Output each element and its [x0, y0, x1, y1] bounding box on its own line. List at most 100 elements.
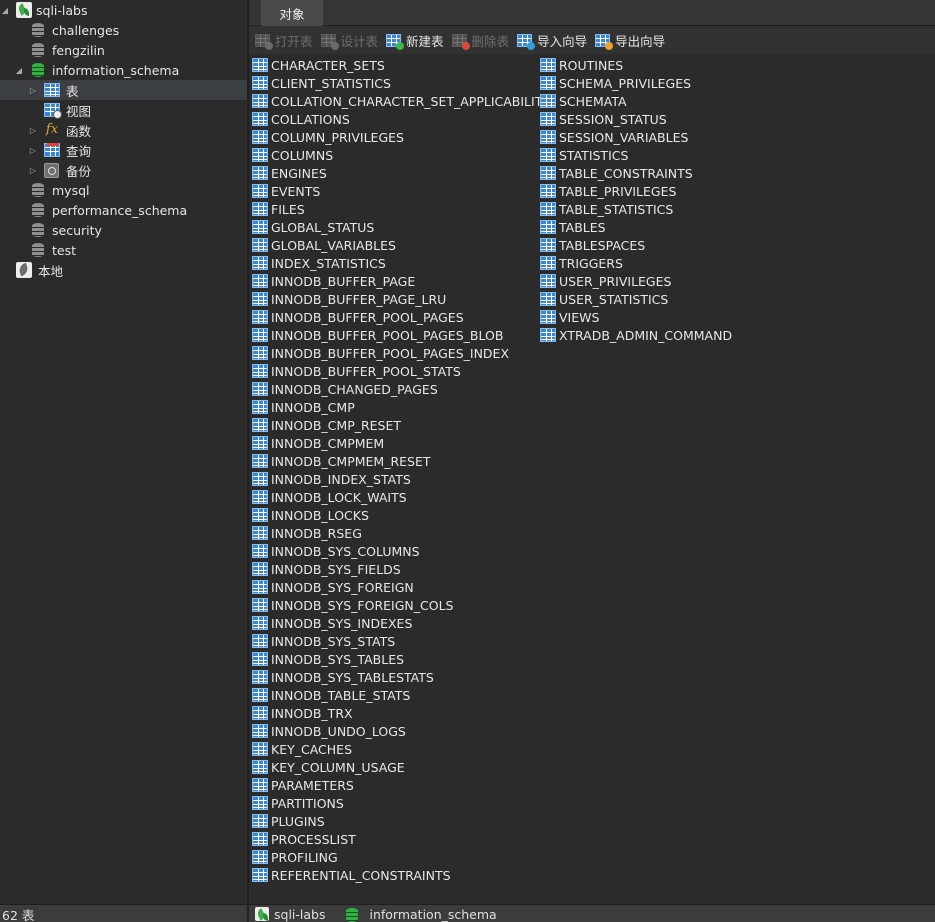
tree-db-information-schema[interactable]: ◢ information_schema — [0, 60, 247, 80]
tab-objects[interactable]: 对象 — [261, 0, 323, 26]
export-wizard-button[interactable]: 导出向导 — [595, 31, 665, 50]
open-table-button[interactable]: 打开表 — [255, 31, 313, 50]
table-item[interactable]: GLOBAL_STATUS — [252, 218, 374, 236]
table-item[interactable]: INNODB_CMPMEM_RESET — [252, 452, 431, 470]
table-item[interactable]: PROCESSLIST — [252, 830, 356, 848]
table-item[interactable]: SESSION_STATUS — [540, 110, 667, 128]
views-label: 视图 — [66, 103, 92, 119]
table-item[interactable]: INNODB_BUFFER_POOL_PAGES_INDEX — [252, 344, 509, 362]
table-item[interactable]: REFERENTIAL_CONSTRAINTS — [252, 866, 451, 884]
table-item[interactable]: USER_STATISTICS — [540, 290, 668, 308]
table-item[interactable]: SCHEMATA — [540, 92, 627, 110]
table-item[interactable]: INNODB_SYS_FOREIGN_COLS — [252, 596, 453, 614]
table-item[interactable]: INNODB_SYS_TABLESTATS — [252, 668, 434, 686]
table-item[interactable]: CHARACTER_SETS — [252, 56, 385, 74]
table-item-label: INNODB_SYS_STATS — [271, 633, 396, 649]
table-item[interactable]: INNODB_SYS_STATS — [252, 632, 395, 650]
table-item[interactable]: INNODB_BUFFER_POOL_PAGES — [252, 308, 464, 326]
table-item[interactable]: INDEX_STATISTICS — [252, 254, 386, 272]
table-item[interactable]: TABLES — [540, 218, 606, 236]
tree-db-challenges[interactable]: challenges — [0, 20, 247, 40]
table-item[interactable]: SCHEMA_PRIVILEGES — [540, 74, 691, 92]
table-item[interactable]: INNODB_UNDO_LOGS — [252, 722, 406, 740]
expand-arrow-icon[interactable]: ▷ — [28, 120, 38, 140]
table-item[interactable]: INNODB_SYS_FOREIGN — [252, 578, 414, 596]
table-item[interactable]: INNODB_BUFFER_PAGE — [252, 272, 415, 290]
table-item[interactable]: INNODB_CMP — [252, 398, 355, 416]
table-item[interactable]: INNODB_CMP_RESET — [252, 416, 401, 434]
table-item[interactable]: COLUMN_PRIVILEGES — [252, 128, 404, 146]
table-item[interactable]: KEY_COLUMN_USAGE — [252, 758, 405, 776]
tree-db-test[interactable]: test — [0, 240, 247, 260]
table-item[interactable]: INNODB_TRX — [252, 704, 353, 722]
table-item[interactable]: INNODB_LOCKS — [252, 506, 369, 524]
design-table-icon — [320, 33, 339, 50]
tree-db-fengzilin[interactable]: fengzilin — [0, 40, 247, 60]
table-item[interactable]: PROFILING — [252, 848, 338, 866]
delete-table-button[interactable]: 删除表 — [451, 31, 509, 50]
table-item[interactable]: TABLESPACES — [540, 236, 645, 254]
tree-db-mysql[interactable]: mysql — [0, 180, 247, 200]
import-wizard-button[interactable]: 导入向导 — [517, 31, 587, 50]
collapse-arrow-icon[interactable]: ◢ — [0, 0, 10, 20]
table-item[interactable]: ROUTINES — [540, 56, 623, 74]
design-table-button[interactable]: 设计表 — [320, 31, 378, 50]
tree-queries[interactable]: ▷ 查询 — [0, 140, 247, 160]
table-icon — [252, 400, 268, 414]
table-item[interactable]: XTRADB_ADMIN_COMMAND — [540, 326, 732, 344]
table-item[interactable]: INNODB_RSEG — [252, 524, 362, 542]
table-item[interactable]: TRIGGERS — [540, 254, 623, 272]
tree-views[interactable]: 视图 — [0, 100, 247, 120]
table-item-label: GLOBAL_STATUS — [271, 219, 375, 235]
table-item[interactable]: GLOBAL_VARIABLES — [252, 236, 396, 254]
tree-db-performance-schema[interactable]: performance_schema — [0, 200, 247, 220]
table-item[interactable]: INNODB_SYS_INDEXES — [252, 614, 412, 632]
table-item-label: INNODB_BUFFER_POOL_STATS — [271, 363, 461, 379]
expand-arrow-icon[interactable]: ▷ — [28, 140, 38, 160]
table-item[interactable]: INNODB_SYS_FIELDS — [252, 560, 401, 578]
tree-backups[interactable]: ▷ 备份 — [0, 160, 247, 180]
backups-label: 备份 — [66, 163, 92, 179]
table-item[interactable]: TABLE_STATISTICS — [540, 200, 673, 218]
table-item[interactable]: INNODB_SYS_TABLES — [252, 650, 404, 668]
table-item[interactable]: INNODB_BUFFER_PAGE_LRU — [252, 290, 446, 308]
collapse-arrow-icon[interactable]: ◢ — [14, 60, 24, 80]
table-item-label: TABLE_STATISTICS — [559, 201, 674, 217]
table-item[interactable]: PARAMETERS — [252, 776, 354, 794]
table-item[interactable]: PLUGINS — [252, 812, 325, 830]
query-icon — [44, 143, 60, 157]
table-item[interactable]: USER_PRIVILEGES — [540, 272, 671, 290]
table-item[interactable]: STATISTICS — [540, 146, 628, 164]
table-item[interactable]: TABLE_CONSTRAINTS — [540, 164, 693, 182]
table-item[interactable]: INNODB_TABLE_STATS — [252, 686, 410, 704]
table-item[interactable]: INNODB_SYS_COLUMNS — [252, 542, 420, 560]
table-item[interactable]: VIEWS — [540, 308, 599, 326]
table-item[interactable]: FILES — [252, 200, 305, 218]
table-item[interactable]: CLIENT_STATISTICS — [252, 74, 391, 92]
table-item[interactable]: COLUMNS — [252, 146, 333, 164]
expand-arrow-icon[interactable]: ▷ — [28, 160, 38, 180]
table-item-label: PARTITIONS — [271, 795, 344, 811]
tree-connection-local[interactable]: 本地 — [0, 260, 247, 280]
table-item[interactable]: INNODB_INDEX_STATS — [252, 470, 411, 488]
tree-connection-sqli-labs[interactable]: ◢ sqli-labs — [0, 0, 247, 20]
tree-functions[interactable]: ▷ fx 函数 — [0, 120, 247, 140]
new-table-button[interactable]: 新建表 — [386, 31, 444, 50]
table-item[interactable]: INNODB_LOCK_WAITS — [252, 488, 407, 506]
table-item[interactable]: COLLATIONS — [252, 110, 350, 128]
expand-arrow-icon[interactable]: ▷ — [28, 80, 38, 100]
table-item[interactable]: INNODB_CHANGED_PAGES — [252, 380, 438, 398]
table-item[interactable]: ENGINES — [252, 164, 327, 182]
table-item[interactable]: EVENTS — [252, 182, 320, 200]
table-item[interactable]: INNODB_CMPMEM — [252, 434, 384, 452]
table-item[interactable]: COLLATION_CHARACTER_SET_APPLICABILITY — [252, 92, 550, 110]
table-item[interactable]: PARTITIONS — [252, 794, 344, 812]
table-item[interactable]: INNODB_BUFFER_POOL_PAGES_BLOB — [252, 326, 503, 344]
table-item[interactable]: TABLE_PRIVILEGES — [540, 182, 676, 200]
table-item[interactable]: KEY_CACHES — [252, 740, 352, 758]
tree-tables[interactable]: ▷ 表 — [0, 80, 247, 100]
tree-db-security[interactable]: security — [0, 220, 247, 240]
table-item[interactable]: INNODB_BUFFER_POOL_STATS — [252, 362, 461, 380]
database-icon — [31, 22, 45, 38]
table-item[interactable]: SESSION_VARIABLES — [540, 128, 688, 146]
